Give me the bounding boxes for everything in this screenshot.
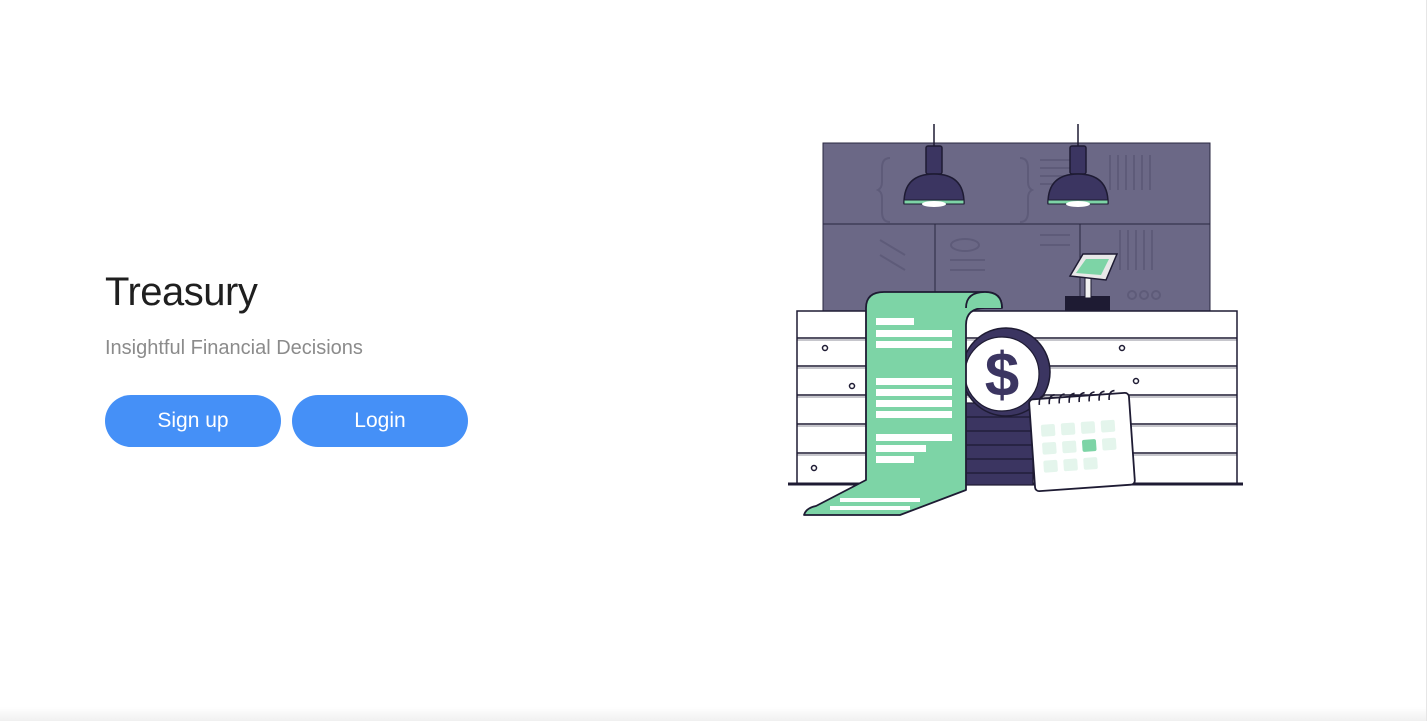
calendar bbox=[1028, 389, 1136, 493]
back-wall bbox=[822, 142, 1211, 314]
finance-illustration: $ bbox=[788, 124, 1243, 516]
hero-section: Treasury Insightful Financial Decisions … bbox=[105, 268, 525, 447]
login-button[interactable]: Login bbox=[292, 395, 468, 447]
landing-page: Treasury Insightful Financial Decisions … bbox=[0, 0, 1427, 721]
signup-button[interactable]: Sign up bbox=[105, 395, 281, 447]
bottom-shadow bbox=[0, 707, 1426, 721]
auth-actions: Sign up Login bbox=[105, 395, 525, 447]
dollar-sign: $ bbox=[985, 341, 1019, 410]
app-title: Treasury bbox=[105, 270, 258, 314]
app-tagline: Insightful Financial Decisions bbox=[105, 337, 363, 359]
